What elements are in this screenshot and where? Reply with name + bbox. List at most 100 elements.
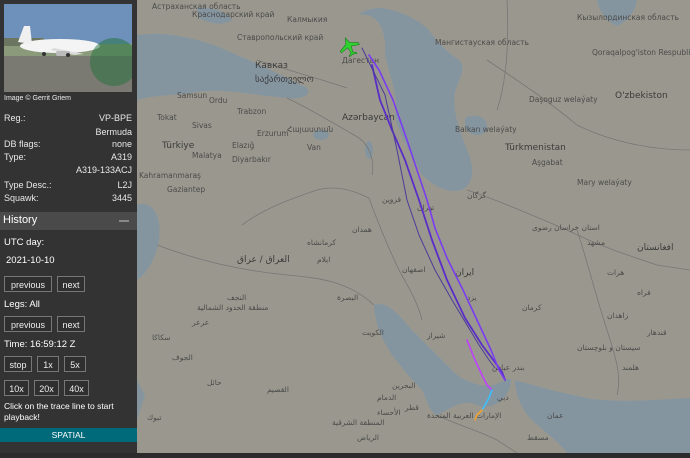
map-label: Balkan welaýaty	[455, 125, 517, 134]
map-label: الأحساء	[377, 407, 401, 417]
map-label: القصيم	[267, 385, 289, 394]
utc-day-value: 2021-10-10	[6, 255, 55, 266]
map-label: Gaziantep	[167, 185, 205, 194]
map-label: قطر	[404, 403, 419, 412]
map-label: الرياض	[357, 433, 379, 442]
map-label: تبوك	[147, 413, 161, 422]
legs-label: Legs: All	[4, 299, 40, 310]
photo-credit: Image © Gerrit Griem	[4, 95, 72, 102]
map-label: مشهد	[587, 238, 605, 247]
map-label: عمان	[547, 411, 564, 420]
type-full-value: A319-133ACJ	[75, 165, 132, 175]
collapse-icon[interactable]	[119, 220, 129, 222]
map-label: سكاكا	[152, 333, 171, 342]
map-label: Краснодарский край	[192, 10, 275, 19]
speed-10x-button[interactable]: 10x	[4, 380, 29, 396]
speed-1x-button[interactable]: 1x	[37, 356, 59, 372]
type-value: A319	[110, 152, 132, 162]
map-label: افغانستان	[637, 243, 674, 253]
type-label: Type:	[4, 152, 27, 162]
map-label: هرات	[607, 268, 624, 277]
reg-value[interactable]: VP-BPE	[99, 113, 132, 123]
map-label: کرمانشاه	[307, 238, 336, 247]
map-label: سیستان و بلوچستان	[577, 343, 641, 352]
map-label: زاهدان	[607, 311, 629, 320]
aircraft-photo[interactable]	[4, 4, 132, 92]
map-label: اصفهان	[402, 265, 426, 274]
speed-20x-button[interactable]: 20x	[34, 380, 59, 396]
map-label: دبي	[497, 393, 509, 402]
day-previous-button[interactable]: previous	[4, 276, 52, 292]
map-label: Türkmenistan	[504, 143, 566, 153]
time-label: Time: 16:59:12 Z	[4, 339, 76, 350]
map-label: Mary welaýaty	[577, 178, 632, 187]
map-label: Ставропольский край	[237, 33, 323, 42]
map-label: O'zbekiston	[615, 91, 668, 101]
map-label: Sivas	[192, 121, 212, 130]
map-label: Qoraqalpog'iston Respublikasi	[592, 48, 690, 57]
map-label: حائل	[207, 378, 222, 387]
leg-next-button[interactable]: next	[57, 316, 85, 332]
map-label: الكويت	[362, 328, 384, 337]
flight-map[interactable]: Астраханская область Краснодарский край …	[137, 0, 690, 454]
spatial-tab[interactable]: SPATIAL	[0, 428, 137, 442]
type-row: Type: A319	[4, 152, 132, 164]
map-label: Diyarbakır	[232, 155, 272, 164]
map-label: Malatya	[192, 151, 222, 160]
squawk-row: Squawk: 3445	[4, 193, 132, 205]
map-label: Türkiye	[161, 141, 195, 151]
map-label: Van	[307, 143, 321, 152]
map-label: استان خراسان رضوی	[532, 223, 600, 232]
country-value: Bermuda	[95, 127, 132, 137]
db-flags-label: DB flags:	[4, 139, 41, 149]
map-label: Aşgabat	[532, 158, 563, 167]
map-label: الدمام	[377, 393, 396, 402]
map-label: البصرة	[337, 293, 358, 302]
map-label: საქართველო	[255, 74, 314, 85]
playback-help-text: Click on the trace line to start playbac…	[4, 401, 114, 422]
stop-button[interactable]: stop	[4, 356, 32, 372]
squawk-value: 3445	[111, 193, 132, 203]
map-label: Հայաստան	[287, 125, 333, 134]
speed-40x-button[interactable]: 40x	[64, 380, 89, 396]
map-label: قزوین	[382, 195, 402, 204]
map-label: Trabzon	[236, 107, 266, 116]
utc-day-label: UTC day:	[4, 237, 45, 248]
map-label: الإمارات العربية المتحدة	[427, 411, 501, 420]
map-label: Elazığ	[232, 141, 254, 150]
map-label: Kahramanmaraş	[139, 171, 201, 180]
map-label: Daşoguz welaýaty	[529, 95, 598, 104]
map-label: النجف	[227, 293, 246, 302]
map-label: Мангистауская область	[435, 38, 529, 47]
map-label: گرگان	[467, 191, 487, 200]
type-desc-label: Type Desc.:	[4, 180, 52, 190]
map-label: العراق / عراق	[237, 255, 290, 265]
map-label: ایلام	[317, 255, 330, 264]
map-label: کرمان	[522, 303, 542, 312]
map-label: ایران	[455, 268, 474, 278]
map-label: Кызылординская область	[577, 13, 679, 22]
leg-previous-button[interactable]: previous	[4, 316, 52, 332]
map-label: منطقة الحدود الشمالية	[197, 303, 268, 312]
reg-label: Reg.:	[4, 113, 26, 123]
day-next-button[interactable]: next	[57, 276, 85, 292]
map-label: Samsun	[177, 91, 207, 100]
map-label: همدان	[352, 225, 372, 234]
speed-5x-button[interactable]: 5x	[64, 356, 86, 372]
db-flags-value: none	[111, 139, 132, 149]
map-label: فراه	[637, 288, 651, 297]
map-label: شيراز	[426, 331, 445, 340]
type-desc-row: Type Desc.: L2J	[4, 180, 132, 192]
history-header[interactable]: History	[0, 212, 137, 230]
aircraft-sidebar: Image © Gerrit Griem Reg.: VP-BPE Bermud…	[0, 0, 137, 453]
map-label: المنطقة الشرقية	[332, 418, 384, 427]
map-label: مسقط	[527, 433, 549, 442]
map-label: Ordu	[209, 96, 228, 105]
map-label: Калмыкия	[287, 15, 327, 24]
map-label: Tokat	[156, 113, 177, 122]
squawk-label: Squawk:	[4, 193, 39, 203]
map-label: قندهار	[646, 328, 667, 337]
reg-row: Reg.: VP-BPE	[4, 113, 132, 125]
map-label: عرعر	[191, 318, 209, 327]
map-label: البحرين	[392, 381, 415, 390]
